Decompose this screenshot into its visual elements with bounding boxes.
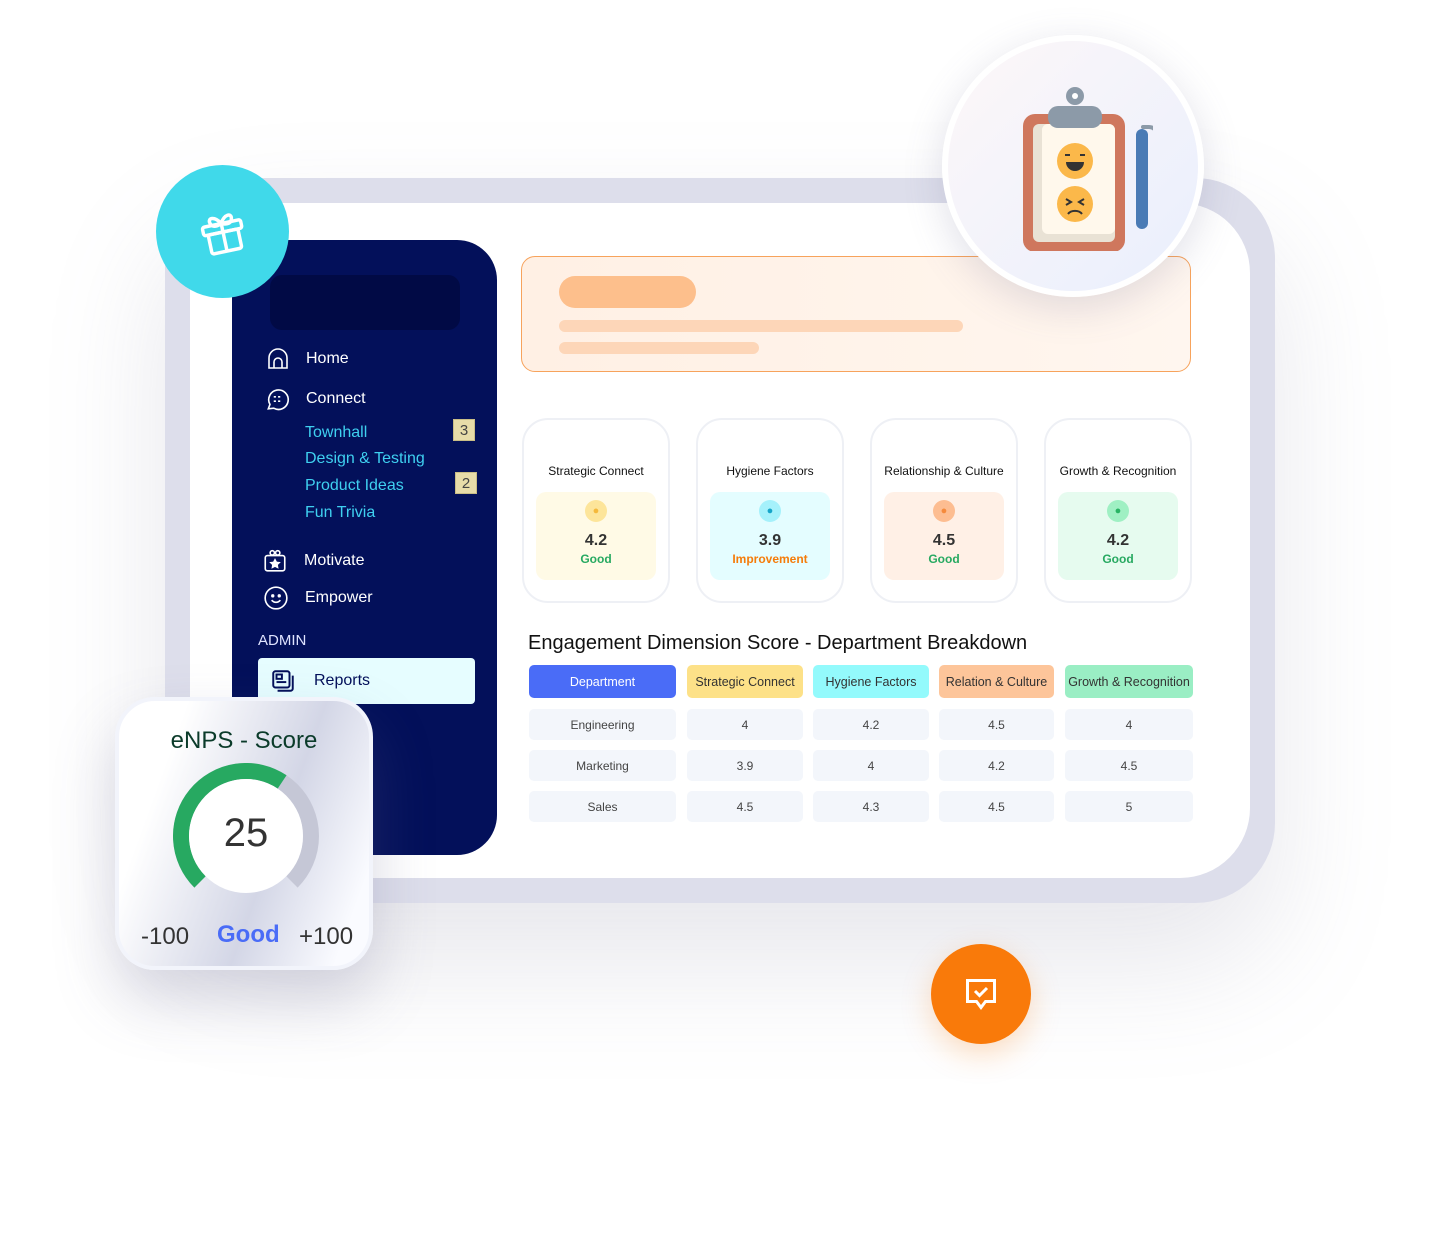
count-badge: 3: [453, 419, 475, 441]
card-value: 4.5: [932, 532, 956, 549]
sidebar-sub-item-product-ideas[interactable]: Product Ideas: [305, 477, 404, 495]
banner-line-placeholder: [559, 320, 963, 332]
sidebar-sub-item-townhall[interactable]: Townhall: [305, 424, 367, 442]
column-header: Hygiene Factors: [813, 665, 929, 698]
score-card: Growth & Recognition ● 4.2 Good: [1044, 418, 1192, 603]
table-cell: Sales: [529, 791, 676, 822]
enps-value: 25: [223, 811, 269, 855]
score-cards: Strategic Connect ● 4.2 Good Hygiene Fact…: [522, 418, 1192, 603]
smile-icon: [264, 586, 288, 610]
sidebar-logo-placeholder: [270, 275, 460, 330]
reports-icon: [272, 670, 294, 692]
table-cell: 4.5: [939, 709, 1054, 740]
table-cell: 4: [687, 709, 803, 740]
table-cell: 4.2: [813, 709, 929, 740]
table-cell: 4.5: [687, 791, 803, 822]
feedback-button[interactable]: [931, 944, 1031, 1044]
table-cell: Marketing: [529, 750, 676, 781]
table-cell: 3.9: [687, 750, 803, 781]
enps-score-card: eNPS - Score 25 -100 Good +100: [115, 697, 373, 970]
table-cell: 4.3: [813, 791, 929, 822]
score-card: Strategic Connect ● 4.2 Good: [522, 418, 670, 603]
table-cell: 4.5: [939, 791, 1054, 822]
sidebar-item-label: Empower: [305, 589, 373, 606]
card-title: Relationship & Culture: [884, 464, 1004, 478]
table-row: Sales 4.5 4.3 4.5 5: [529, 791, 1193, 822]
table-header-row: Department Strategic Connect Hygiene Facto…: [529, 665, 1193, 698]
home-icon: [268, 348, 288, 369]
enps-status: Good: [217, 921, 280, 948]
count-badge: 2: [455, 472, 477, 494]
sidebar-item-empower[interactable]: Empower: [263, 585, 373, 611]
dimension-icon: ●: [933, 500, 955, 522]
message-check-icon: [966, 979, 996, 1010]
dimension-icon: ●: [759, 500, 781, 522]
table-row: Engineering 4 4.2 4.5 4: [529, 709, 1193, 740]
chat-icon: [267, 389, 290, 411]
banner-title-placeholder: [559, 276, 696, 308]
table-cell: 4.2: [939, 750, 1054, 781]
card-status: Good: [1102, 552, 1134, 566]
dimension-icon: ●: [1107, 500, 1129, 522]
sidebar-item-label: Connect: [306, 390, 366, 407]
survey-illustration: [942, 35, 1204, 297]
column-header: Department: [529, 665, 676, 698]
card-title: Hygiene Factors: [726, 464, 814, 478]
table-title: Engagement Dimension Score - Department …: [528, 632, 1028, 654]
department-table: Department Strategic Connect Hygiene Facto…: [529, 665, 1193, 832]
card-title: Growth & Recognition: [1059, 464, 1177, 478]
dimension-icon: ●: [585, 500, 607, 522]
score-card: Hygiene Factors ● 3.9 Improvement: [696, 418, 844, 603]
gauge-min-label: -100: [141, 923, 190, 950]
card-title: Strategic Connect: [548, 464, 644, 478]
table-cell: Engineering: [529, 709, 676, 740]
sidebar-item-home[interactable]: Home: [266, 347, 349, 371]
admin-section-label: ADMIN: [258, 632, 307, 649]
sidebar-sub-item-design-testing[interactable]: Design & Testing: [305, 450, 425, 468]
table-cell: 4: [813, 750, 929, 781]
enps-title: eNPS - Score: [170, 727, 318, 754]
sidebar-item-label: Reports: [314, 672, 371, 689]
sidebar-sub-item-fun-trivia[interactable]: Fun Trivia: [305, 504, 375, 522]
column-header: Growth & Recognition: [1065, 665, 1193, 698]
column-header: Strategic Connect: [687, 665, 803, 698]
table-cell: 4: [1065, 709, 1193, 740]
gauge-max-label: +100: [299, 923, 354, 950]
sidebar-item-motivate[interactable]: Motivate: [262, 548, 364, 574]
card-status: Good: [928, 552, 960, 566]
table-cell: 5: [1065, 791, 1193, 822]
card-status: Improvement: [732, 552, 808, 566]
card-value: 3.9: [758, 532, 782, 549]
card-value: 4.2: [1106, 532, 1130, 549]
card-score-box: ● 4.2 Good: [1058, 492, 1178, 580]
banner-line-placeholder: [559, 342, 759, 354]
sidebar-item-label: Home: [306, 350, 349, 367]
card-value: 4.2: [584, 532, 608, 549]
table-row: Marketing 3.9 4 4.2 4.5: [529, 750, 1193, 781]
sidebar-item-connect[interactable]: Connect: [264, 386, 366, 412]
table-cell: 4.5: [1065, 750, 1193, 781]
gift-box-icon: [264, 549, 286, 572]
card-status: Good: [580, 552, 612, 566]
card-score-box: ● 3.9 Improvement: [710, 492, 830, 580]
column-header: Relation & Culture: [939, 665, 1054, 698]
sidebar-item-label: Motivate: [304, 552, 365, 569]
gift-badge: [156, 165, 289, 298]
clipboard-feedback-icon: [1023, 87, 1153, 251]
card-score-box: ● 4.5 Good: [884, 492, 1004, 580]
gift-icon: [200, 212, 243, 256]
card-score-box: ● 4.2 Good: [536, 492, 656, 580]
score-card: Relationship & Culture ● 4.5 Good: [870, 418, 1018, 603]
